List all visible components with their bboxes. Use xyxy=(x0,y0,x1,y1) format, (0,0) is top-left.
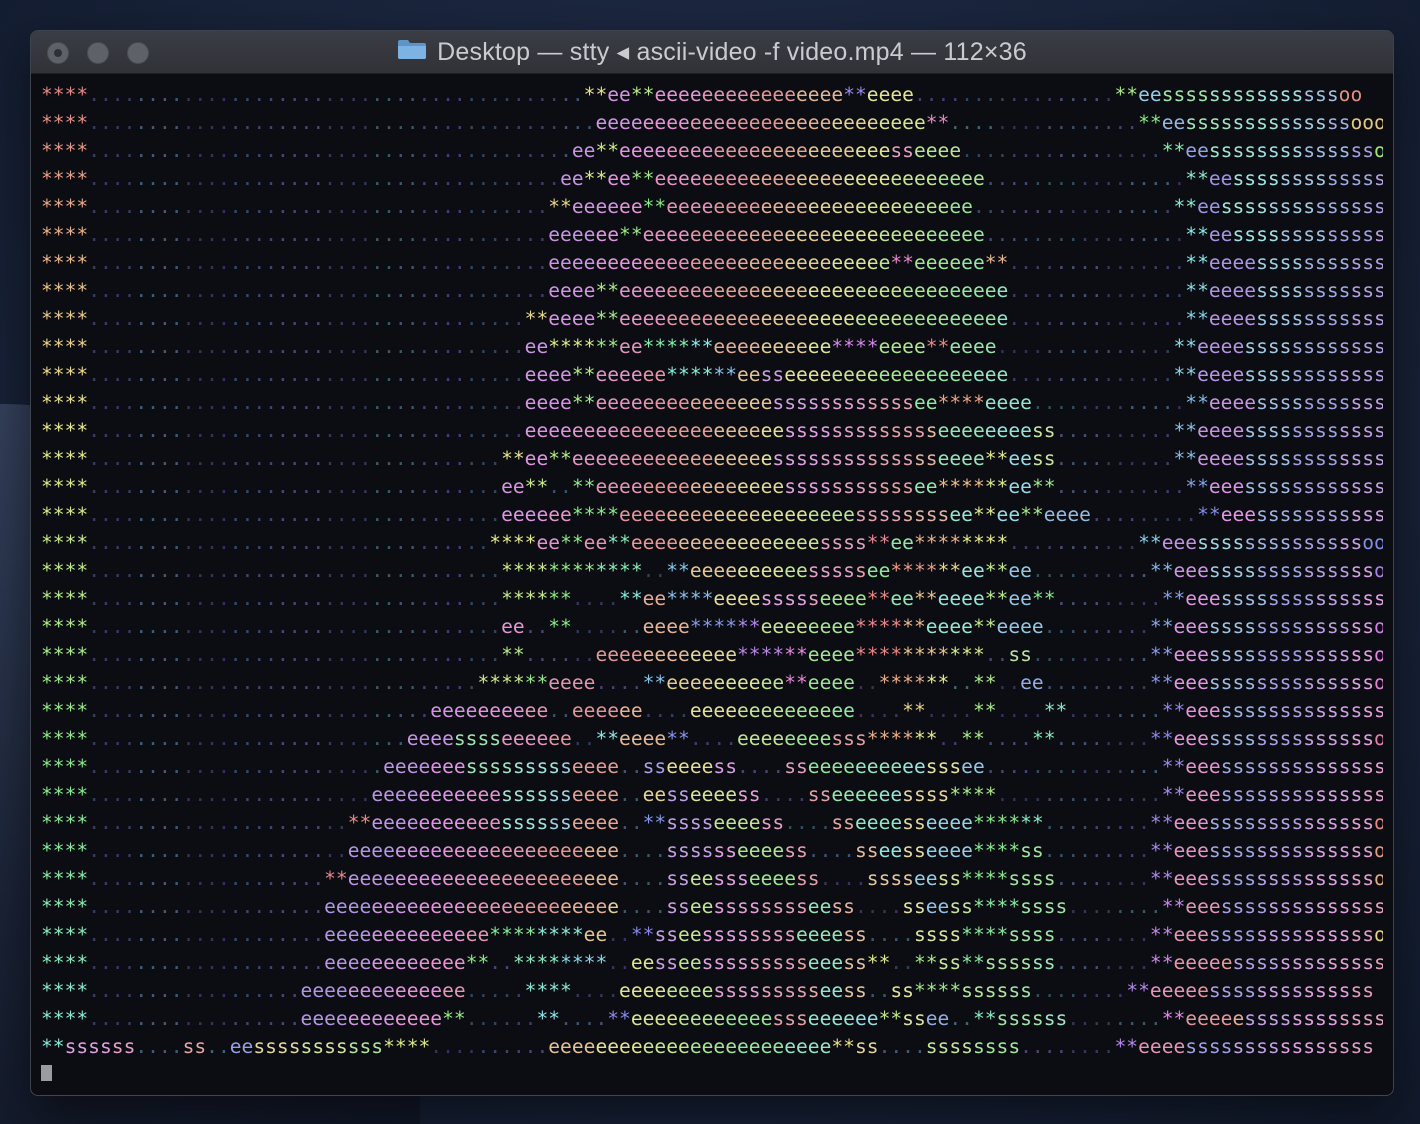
terminal-line: ****.............................eeeeeee… xyxy=(41,699,1383,722)
window-title: Desktop — stty ◂ ascii-video -f video.mp… xyxy=(437,38,1027,66)
terminal-line: ****........................eeeeeeeeeees… xyxy=(41,783,1383,806)
terminal-line: ****....................eeeeeeeeeeeeee**… xyxy=(41,923,1383,946)
terminal-line: ****....................................… xyxy=(41,167,1383,190)
terminal-line: ****...................................*… xyxy=(41,643,1383,666)
terminal-line: ****....................................… xyxy=(41,111,1383,134)
terminal-output[interactable]: ****....................................… xyxy=(41,81,1383,1081)
terminal-line: ****....................................… xyxy=(41,363,1383,386)
terminal-line: ****....................**eeeeeeeeeeeeee… xyxy=(41,867,1383,890)
terminal-line: ****...........................eeeesssse… xyxy=(41,727,1383,750)
terminal-line: ****....................................… xyxy=(41,139,1383,162)
terminal-line: ****....................................… xyxy=(41,195,1383,218)
title-bar[interactable]: Desktop — stty ◂ ascii-video -f video.mp… xyxy=(31,31,1393,74)
terminal-line: ****......................eeeeeeeeeeeeee… xyxy=(41,839,1383,862)
terminal-line: ****..................eeeeeeeeeeee**....… xyxy=(41,1007,1383,1030)
terminal-line: ****....................................… xyxy=(41,307,1383,330)
terminal-line: ****....................................… xyxy=(41,223,1383,246)
terminal-line: ****....................eeeeeeeeeeee**..… xyxy=(41,951,1383,974)
terminal-window[interactable]: Desktop — stty ◂ ascii-video -f video.mp… xyxy=(30,30,1394,1096)
terminal-line: ****...................................e… xyxy=(41,615,1383,638)
terminal-line: ****.................................***… xyxy=(41,671,1383,694)
terminal-line: ****...................................e… xyxy=(41,475,1383,498)
terminal-line: ****.........................eeeeeeessss… xyxy=(41,755,1383,778)
text-cursor xyxy=(41,1064,52,1081)
terminal-line: ****....................................… xyxy=(41,391,1383,414)
prompt-line[interactable] xyxy=(41,1061,1383,1081)
terminal-line: ****...................................*… xyxy=(41,447,1383,470)
terminal-line: ****..................................**… xyxy=(41,531,1383,554)
terminal-line: ****......................**eeeeeeeeeees… xyxy=(41,811,1383,834)
terminal-line: ****..................eeeeeeeeeeeeee....… xyxy=(41,979,1375,1002)
terminal-line: ****....................................… xyxy=(41,419,1383,442)
terminal-line: ****....................................… xyxy=(41,335,1383,358)
terminal-line: **ssssss....ss..eesssssssssss****.......… xyxy=(41,1035,1375,1058)
terminal-line: ****...................................*… xyxy=(41,587,1383,610)
terminal-line: ****....................................… xyxy=(41,251,1383,274)
terminal-line: ****....................................… xyxy=(41,279,1383,302)
terminal-line: ****....................eeeeeeeeeeeeeeee… xyxy=(41,895,1383,918)
window-title-area: Desktop — stty ◂ ascii-video -f video.mp… xyxy=(31,31,1393,73)
folder-icon xyxy=(397,38,427,67)
terminal-line: ****....................................… xyxy=(41,83,1363,106)
terminal-line: ****...................................*… xyxy=(41,559,1383,582)
terminal-line: ****...................................e… xyxy=(41,503,1383,526)
